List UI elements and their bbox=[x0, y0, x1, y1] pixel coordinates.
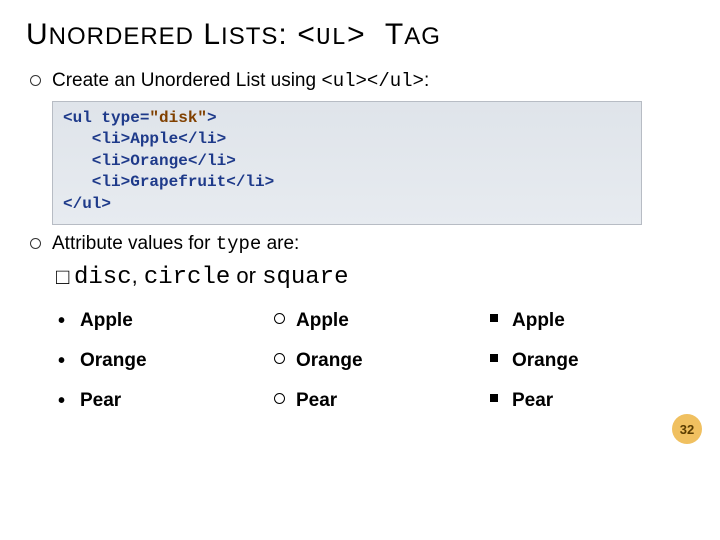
page-number-text: 32 bbox=[680, 422, 694, 437]
code-block: <ul type="disk"> <li>Apple</li> <li>Oran… bbox=[52, 101, 642, 225]
list-item: Orange bbox=[56, 341, 216, 381]
bullet-2-code: type bbox=[216, 233, 262, 255]
list-item: Apple bbox=[272, 301, 432, 341]
slide-title: UNORDERED LISTS: <UL> TAG bbox=[26, 18, 694, 54]
bullet-1-code: <ul></ul> bbox=[321, 70, 424, 92]
title-tag: UL bbox=[316, 25, 347, 52]
list-item: Pear bbox=[272, 381, 432, 421]
code-l4: <li>Grapefruit</li> bbox=[63, 173, 274, 191]
title-word2-cap: L bbox=[203, 18, 221, 51]
title-gt: > bbox=[347, 20, 385, 54]
type-square: square bbox=[262, 264, 348, 291]
example-square-col: Apple Orange Pear bbox=[488, 301, 648, 421]
bullet-1-post: : bbox=[424, 70, 429, 91]
example-lists: Apple Orange Pear Apple Orange Pear Appl… bbox=[56, 301, 694, 421]
title-word2-rest: ISTS bbox=[221, 23, 278, 50]
list-item: Pear bbox=[488, 381, 648, 421]
bullet-2-post: are: bbox=[261, 233, 299, 254]
type-or: or bbox=[230, 263, 262, 288]
type-lead-box: □ bbox=[56, 264, 74, 290]
title-lt: < bbox=[297, 20, 316, 54]
code-l1a: <ul type= bbox=[63, 109, 149, 127]
title-word3-rest: AG bbox=[404, 23, 441, 50]
list-item: Pear bbox=[56, 381, 216, 421]
bullet-1-text: Create an Unordered List using bbox=[52, 70, 321, 91]
list-item: Orange bbox=[272, 341, 432, 381]
list-item: Orange bbox=[488, 341, 648, 381]
title-colon: : bbox=[278, 18, 297, 51]
bullet-2: Attribute values for type are: bbox=[26, 231, 694, 258]
bullet-1: Create an Unordered List using <ul></ul>… bbox=[26, 68, 694, 95]
code-l5: </ul> bbox=[63, 195, 111, 213]
list-item: Apple bbox=[488, 301, 648, 341]
title-word1-rest: NORDERED bbox=[49, 23, 194, 50]
example-disc-col: Apple Orange Pear bbox=[56, 301, 216, 421]
title-word3-cap: T bbox=[385, 18, 404, 51]
type-disc: disc bbox=[74, 264, 132, 291]
code-l1b: "disk" bbox=[149, 109, 207, 127]
slide: UNORDERED LISTS: <UL> TAG Create an Unor… bbox=[0, 0, 720, 540]
bullet-2-text: Attribute values for bbox=[52, 233, 216, 254]
main-bullets: Create an Unordered List using <ul></ul>… bbox=[26, 68, 694, 95]
main-bullets-2: Attribute values for type are: bbox=[26, 231, 694, 258]
type-comma1: , bbox=[132, 263, 144, 288]
code-l3: <li>Orange</li> bbox=[63, 152, 236, 170]
code-l2: <li>Apple</li> bbox=[63, 130, 226, 148]
type-values-line: □disc, circle or square bbox=[56, 263, 694, 291]
example-circle-col: Apple Orange Pear bbox=[272, 301, 432, 421]
code-l1c: > bbox=[207, 109, 217, 127]
title-word1-cap: U bbox=[26, 18, 49, 51]
page-number: 32 bbox=[672, 414, 702, 444]
type-circle: circle bbox=[144, 264, 230, 291]
list-item: Apple bbox=[56, 301, 216, 341]
